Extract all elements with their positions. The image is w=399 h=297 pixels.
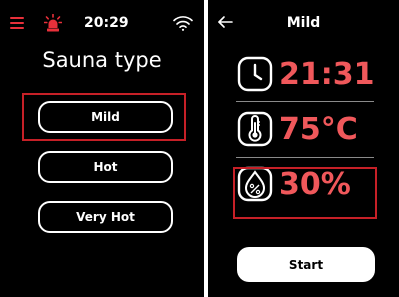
clock-icon — [237, 56, 273, 92]
hot-button[interactable]: Hot — [38, 151, 173, 183]
selection-highlight — [233, 167, 377, 219]
wifi-icon — [173, 16, 193, 31]
selection-highlight — [22, 93, 186, 141]
page-title: Mild — [286, 15, 321, 31]
start-button[interactable]: Start — [237, 247, 375, 282]
thermometer-icon — [237, 111, 273, 147]
status-time: 20:29 — [84, 15, 129, 31]
time-value: 21:31 — [279, 57, 375, 92]
menu-icon[interactable] — [10, 17, 24, 29]
divider — [236, 101, 374, 102]
page-title: Sauna type — [42, 48, 162, 72]
sauna-settings-screen: Mild 21:31 75°C 30% Start — [208, 0, 399, 297]
divider — [236, 157, 374, 158]
very-hot-button[interactable]: Very Hot — [38, 201, 173, 233]
alarm-light-icon — [44, 14, 62, 32]
status-bar: 20:29 — [0, 0, 204, 40]
temperature-value: 75°C — [279, 112, 358, 147]
sauna-type-screen: 20:29 Sauna type Mild Hot Very Hot — [0, 0, 204, 297]
